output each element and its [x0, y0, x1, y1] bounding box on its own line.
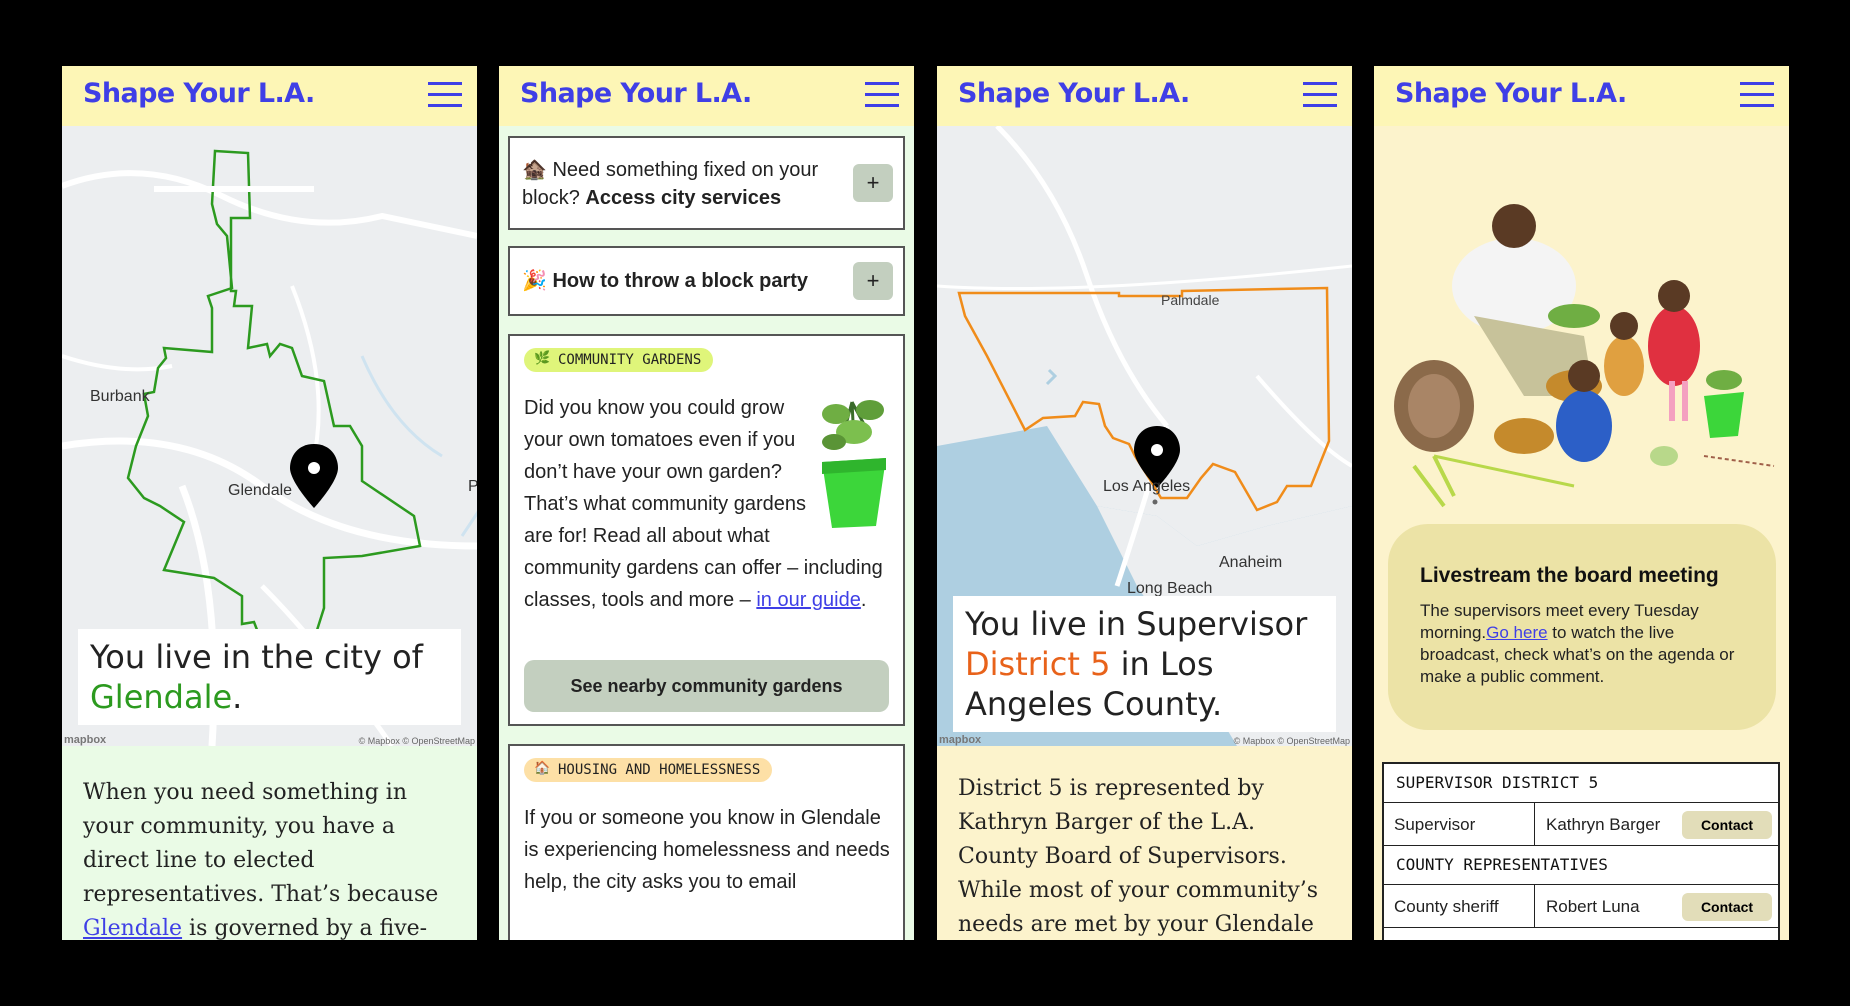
livestream-card: Livestream the board meeting The supervi… [1388, 524, 1776, 730]
livestream-text: The supervisors meet every Tuesday morni… [1420, 600, 1750, 688]
map-label-glendale: Glendale [228, 482, 293, 499]
hamburger-menu-icon[interactable] [1303, 80, 1337, 108]
family-gardening-illustration [1374, 166, 1789, 580]
county-map[interactable]: Palmdale Los Angeles Anaheim Long Beach … [937, 126, 1352, 746]
panel-guides: Shape Your L.A. 🏚️ Need something fixed … [499, 66, 914, 940]
expand-plus-button[interactable]: + [853, 262, 893, 300]
hamburger-menu-icon[interactable] [428, 80, 462, 108]
livestream-title: Livestream the board meeting [1420, 564, 1719, 587]
site-header: Shape Your L.A. [62, 66, 477, 126]
see-nearby-gardens-button[interactable]: See nearby community gardens [524, 660, 889, 712]
district-name: District 5 [965, 645, 1111, 683]
community-gardens-tag: 🌿 COMMUNITY GARDENS [524, 348, 714, 372]
role-cell: County sheriff [1394, 897, 1499, 916]
site-header: Shape Your L.A. [937, 66, 1352, 126]
site-header: Shape Your L.A. [1374, 66, 1789, 126]
tag-label: HOUSING AND HOMELESSNESS [558, 762, 761, 778]
role-cell: Supervisor [1394, 815, 1476, 834]
housing-paragraph: If you or someone you know in Glendale i… [524, 807, 890, 893]
map-label-edge: P [468, 478, 477, 495]
body-text-1: When you need something in your communit… [83, 780, 439, 907]
representatives-table: SUPERVISOR DISTRICT 5 Supervisor Kathryn… [1382, 762, 1780, 940]
map-attribution[interactable]: © Mapbox © OpenStreetMap [359, 736, 475, 746]
community-gardens-card: 🌿 COMMUNITY GARDENS Did you know you cou… [508, 334, 905, 726]
garden-guide-link[interactable]: in our guide [756, 589, 861, 611]
housing-tag: 🏠 HOUSING AND HOMELESSNESS [524, 758, 773, 782]
garden-end: . [860, 589, 867, 611]
city-body-text: When you need something in your communit… [83, 776, 463, 940]
tag-label: COMMUNITY GARDENS [558, 352, 702, 368]
city-name: Glendale [90, 678, 233, 716]
go-here-link[interactable]: Go here [1486, 623, 1547, 642]
mapbox-logo: mapbox [939, 734, 982, 746]
block-party-title: How to throw a block party [552, 270, 809, 292]
hamburger-menu-icon[interactable] [865, 80, 899, 108]
garden-paragraph: Did you know you could grow your own tom… [524, 392, 894, 616]
house-icon: 🏠 [534, 761, 551, 776]
table-row: County sheriff Robert Luna Contact [1384, 884, 1778, 927]
block-party-text: 🎉 How to throw a block party [522, 268, 808, 293]
glendale-link[interactable]: Glendale [83, 916, 182, 940]
potted-plant-illustration-icon [814, 392, 894, 532]
party-popper-icon: 🎉 [522, 270, 547, 292]
contact-button[interactable]: Contact [1682, 893, 1772, 921]
hamburger-menu-icon[interactable] [1740, 80, 1774, 108]
brand-logo-link[interactable]: Shape Your L.A. [958, 78, 1190, 109]
block-party-accordion[interactable]: 🎉 How to throw a block party + [508, 246, 905, 316]
map-label-palmdale: Palmdale [1161, 292, 1220, 308]
you-live-prefix: You live in the city of [90, 638, 423, 676]
brand-logo-link[interactable]: Shape Your L.A. [1395, 78, 1627, 109]
map-label-los-angeles: Los Angeles [1103, 478, 1191, 495]
name-cell: Robert Luna [1546, 897, 1640, 916]
house-icon: 🏚️ [522, 159, 547, 181]
you-live-card: You live in the city of Glendale. [78, 629, 461, 725]
map-attribution[interactable]: © Mapbox © OpenStreetMap [1234, 736, 1350, 746]
housing-card: 🏠 HOUSING AND HOMELESSNESS If you or som… [508, 744, 905, 940]
city-map[interactable]: Burbank Glendale P You live in the city … [62, 126, 477, 746]
you-live-prefix: You live in Supervisor [965, 605, 1308, 643]
panel-county-district: Shape Your L.A. Palmdale Los Angeles Ana… [937, 66, 1352, 940]
map-label-burbank: Burbank [90, 388, 150, 405]
leaf-icon: 🌿 [534, 351, 551, 366]
mapbox-logo: mapbox [64, 734, 107, 746]
you-live-card: You live in Supervisor District 5 in Los… [953, 596, 1336, 732]
site-header: Shape Your L.A. [499, 66, 914, 126]
period: . [232, 678, 243, 716]
brand-logo-link[interactable]: Shape Your L.A. [520, 78, 752, 109]
table-row [1384, 927, 1778, 940]
panel-board-meeting: Shape Your L.A. Livestream the board mee… [1374, 66, 1789, 940]
city-services-text: 🏚️ Need something fixed on your block? A… [522, 156, 832, 212]
contact-button[interactable]: Contact [1682, 811, 1772, 839]
panel-city-glendale: Shape Your L.A. Burbank Glendale P You l… [62, 66, 477, 940]
brand-logo-link[interactable]: Shape Your L.A. [83, 78, 315, 109]
expand-plus-button[interactable]: + [853, 164, 893, 202]
name-cell: Kathryn Barger [1546, 815, 1661, 834]
table-heading: SUPERVISOR DISTRICT 5 [1396, 773, 1599, 792]
district-body-text: District 5 is represented by Kathryn Bar… [958, 776, 1319, 937]
map-label-anaheim: Anaheim [1219, 554, 1283, 571]
table-row: Supervisor Kathryn Barger Contact [1384, 802, 1778, 845]
city-services-title: Access city services [585, 187, 782, 209]
city-services-accordion[interactable]: 🏚️ Need something fixed on your block? A… [508, 136, 905, 230]
table-heading: COUNTY REPRESENTATIVES [1384, 845, 1778, 884]
